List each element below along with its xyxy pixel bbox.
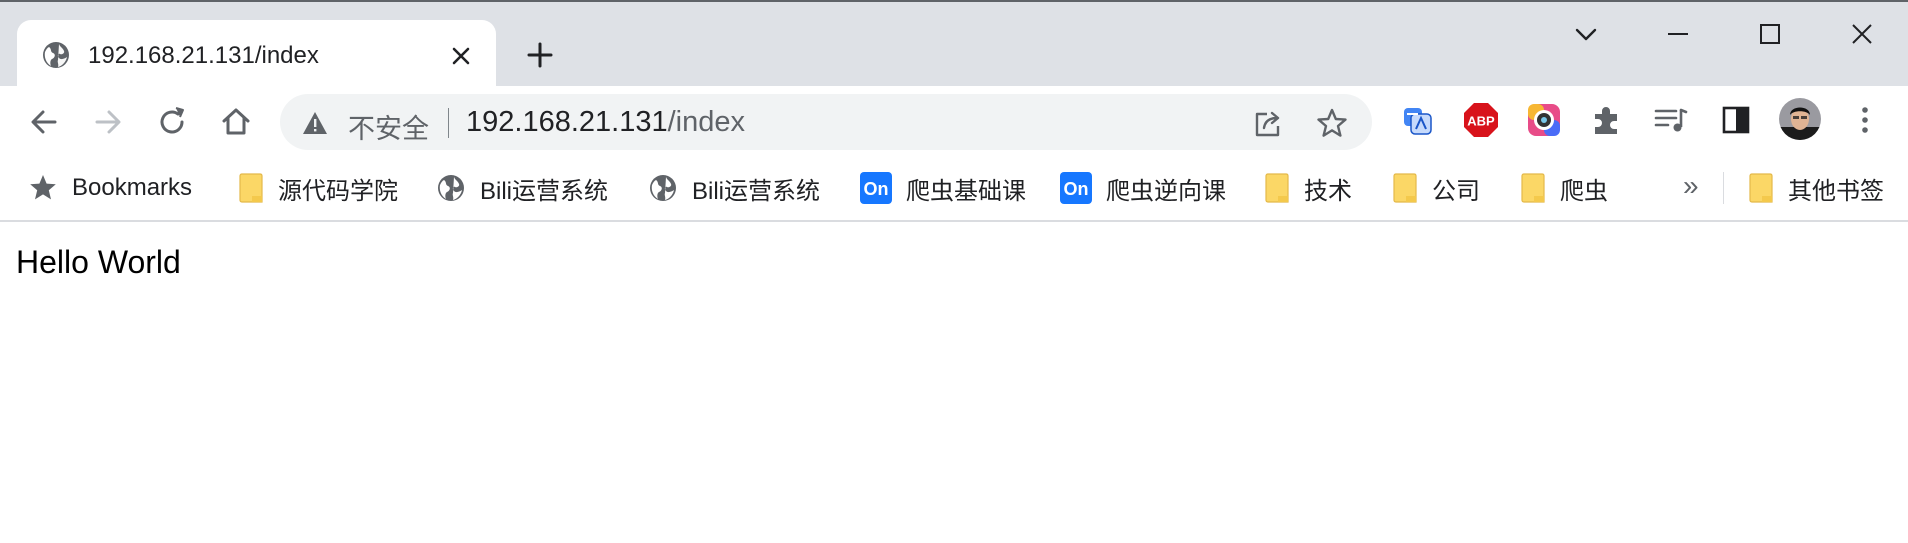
bookmark-item-folder-2[interactable]: 技术 xyxy=(1264,168,1352,208)
globe-icon xyxy=(650,175,676,201)
close-tab-icon[interactable] xyxy=(449,44,473,68)
chevron-down-icon[interactable] xyxy=(1568,16,1604,52)
home-icon[interactable] xyxy=(216,102,256,142)
on-icon: On xyxy=(860,172,892,204)
back-arrow-icon[interactable] xyxy=(24,102,64,142)
bookmark-label: Bili运营系统 xyxy=(692,177,821,205)
bookmark-item-folder-4[interactable]: 爬虫 xyxy=(1520,168,1608,208)
minimize-icon[interactable] xyxy=(1660,16,1696,52)
star-icon xyxy=(30,175,56,200)
url-path: /index xyxy=(667,106,745,138)
extensions-puzzle-icon[interactable] xyxy=(1587,100,1627,140)
folder-icon xyxy=(1749,173,1773,203)
globe-icon xyxy=(438,175,464,201)
url-text[interactable]: 192.168.21.131/index xyxy=(466,106,745,139)
folder-icon xyxy=(239,173,263,203)
folder-icon xyxy=(1265,173,1289,203)
toolbar: 不安全 192.168.21.131/index ABP xyxy=(0,86,1908,158)
bookmark-label: 爬虫 xyxy=(1560,177,1608,205)
bookmark-label: 公司 xyxy=(1432,177,1480,205)
bookmark-label: 源代码学院 xyxy=(278,177,398,205)
omnibox-divider xyxy=(448,108,449,138)
bookmark-label: 爬虫基础课 xyxy=(906,177,1026,205)
address-bar[interactable]: 不安全 192.168.21.131/index xyxy=(280,94,1372,150)
on-icon: On xyxy=(1060,172,1092,204)
bookmarks-bar: Bookmarks 源代码学院 Bili运营系统 Bili运营系统 On 爬虫基… xyxy=(0,158,1908,222)
side-panel-icon[interactable] xyxy=(1716,100,1756,140)
globe-icon xyxy=(43,42,69,68)
tab-strip: 192.168.21.131/index xyxy=(0,0,1908,88)
on-icon-label: On xyxy=(864,179,889,199)
abp-label: ABP xyxy=(1467,114,1495,129)
bookmark-label: 爬虫逆向课 xyxy=(1106,177,1226,205)
bookmark-item-on-1[interactable]: On 爬虫基础课 xyxy=(860,168,1026,208)
bookmarks-overflow-button[interactable]: » xyxy=(1683,170,1699,202)
bookmark-item-bookmarks[interactable]: Bookmarks xyxy=(28,168,192,208)
bookmark-label: 其他书签 xyxy=(1788,177,1884,205)
page-body-text: Hello World xyxy=(16,244,181,280)
menu-kebab-icon[interactable] xyxy=(1845,100,1885,140)
warning-icon[interactable] xyxy=(302,110,328,136)
bookmark-label: Bili运营系统 xyxy=(480,177,609,205)
bookmark-item-folder-3[interactable]: 公司 xyxy=(1392,168,1480,208)
on-icon-label: On xyxy=(1064,179,1089,199)
url-host: 192.168.21.131 xyxy=(466,106,668,138)
bookmark-item-globe-1[interactable]: Bili运营系统 xyxy=(436,168,608,208)
folder-icon xyxy=(1393,173,1417,203)
forward-arrow-icon xyxy=(95,110,121,134)
translate-extension-icon[interactable] xyxy=(1398,100,1438,140)
adblock-plus-icon[interactable]: ABP xyxy=(1461,100,1501,140)
media-queue-icon[interactable] xyxy=(1650,100,1690,140)
tab-title: 192.168.21.131/index xyxy=(88,42,319,69)
folder-icon xyxy=(1521,173,1545,203)
share-icon[interactable] xyxy=(1252,108,1284,140)
bookmark-item-on-2[interactable]: On 爬虫逆向课 xyxy=(1060,168,1226,208)
bookmark-label: Bookmarks xyxy=(72,174,193,201)
bookmarks-divider xyxy=(1723,172,1724,204)
reload-icon[interactable] xyxy=(152,102,192,142)
bookmark-label: 技术 xyxy=(1304,177,1352,205)
bookmark-item-folder-1[interactable]: 源代码学院 xyxy=(238,168,398,208)
close-window-icon[interactable] xyxy=(1844,16,1880,52)
color-picker-extension-icon[interactable] xyxy=(1524,100,1564,140)
security-label[interactable]: 不安全 xyxy=(348,107,429,146)
maximize-icon[interactable] xyxy=(1752,16,1788,52)
bookmark-item-globe-2[interactable]: Bili运营系统 xyxy=(648,168,820,208)
new-tab-icon[interactable] xyxy=(523,38,557,72)
bookmark-item-other[interactable]: 其他书签 xyxy=(1748,168,1884,208)
bookmark-star-icon[interactable] xyxy=(1316,107,1348,139)
active-tab[interactable]: 192.168.21.131/index xyxy=(17,20,496,88)
avatar[interactable] xyxy=(1778,97,1822,141)
